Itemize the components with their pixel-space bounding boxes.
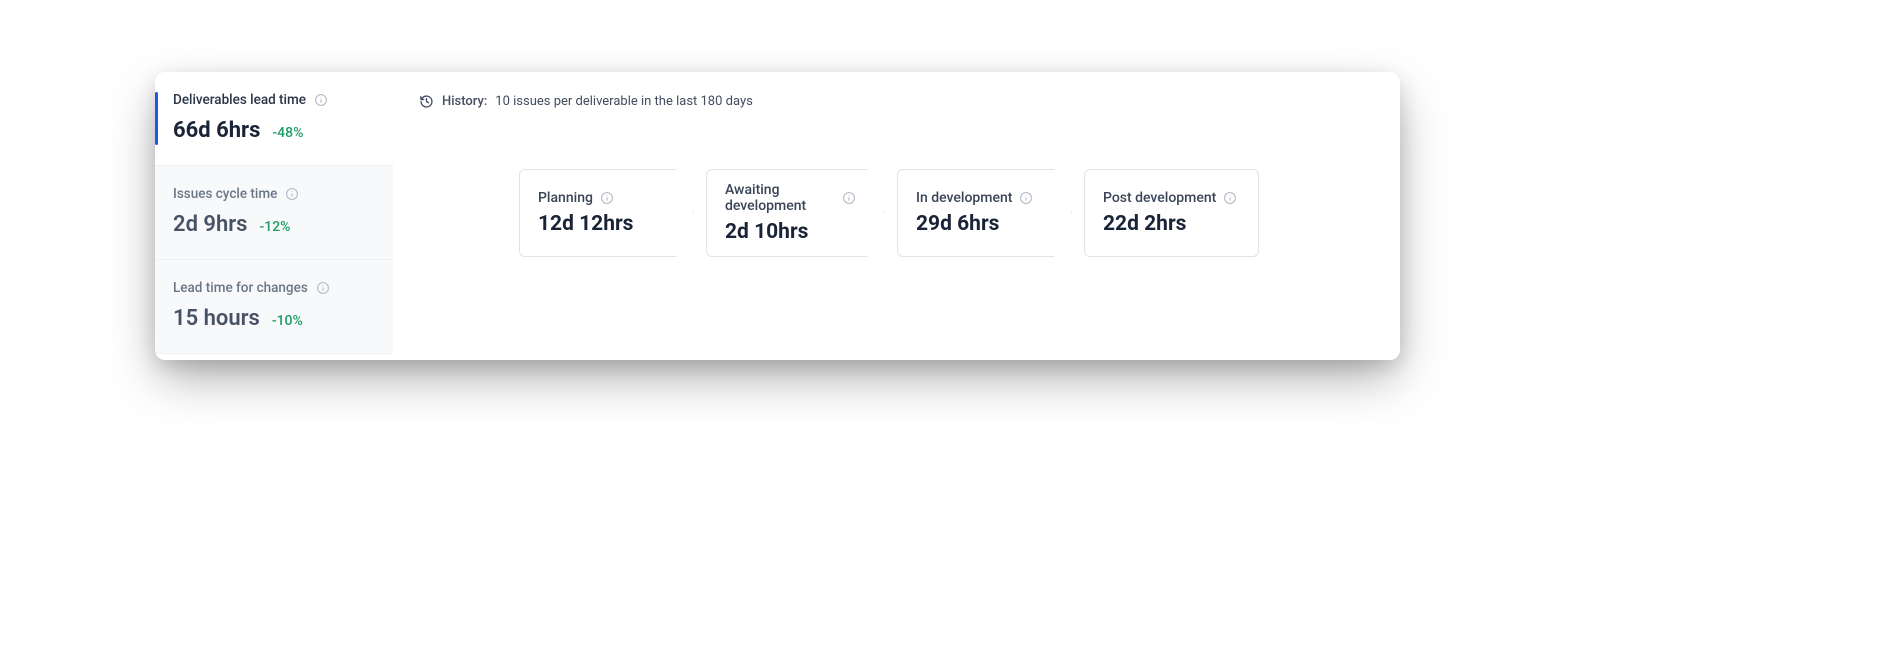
sidebar-item-value-row: 15 hours -10% xyxy=(173,306,375,331)
sidebar-item-value: 15 hours xyxy=(173,306,260,331)
stage-label-row: Awaiting development xyxy=(725,182,856,214)
info-icon[interactable] xyxy=(842,191,856,205)
sidebar-item-value: 66d 6hrs xyxy=(173,118,260,143)
sidebar-item-label-row: Lead time for changes xyxy=(173,280,375,296)
stage-label-row: Post development xyxy=(1103,190,1240,206)
main-panel: History: 10 issues per deliverable in th… xyxy=(393,72,1400,360)
info-icon[interactable] xyxy=(1223,191,1237,205)
sidebar-item-label: Lead time for changes xyxy=(173,280,308,296)
history-icon xyxy=(419,94,434,109)
stage-label: Post development xyxy=(1103,190,1216,206)
history-prefix: History: xyxy=(442,94,487,109)
sidebar-item-delta: -48% xyxy=(272,125,303,141)
stage-flow: Planning 12d 12hrs Awaiting development … xyxy=(419,169,1374,257)
stage-value: 12d 12hrs xyxy=(538,212,665,236)
sidebar-item-issues-cycle-time[interactable]: Issues cycle time 2d 9hrs -12% xyxy=(155,166,393,260)
stage-label: In development xyxy=(916,190,1012,206)
sidebar-item-label: Deliverables lead time xyxy=(173,92,306,108)
sidebar-item-delta: -10% xyxy=(272,313,303,329)
stage-awaiting-development: Awaiting development 2d 10hrs xyxy=(706,169,885,257)
stage-value: 22d 2hrs xyxy=(1103,212,1240,236)
history-row: History: 10 issues per deliverable in th… xyxy=(419,94,1374,109)
info-icon[interactable] xyxy=(600,191,614,205)
sidebar-item-delta: -12% xyxy=(260,219,291,235)
sidebar-item-value-row: 66d 6hrs -48% xyxy=(173,118,375,143)
sidebar-item-label-row: Issues cycle time xyxy=(173,186,375,202)
stage-label: Planning xyxy=(538,190,593,206)
sidebar-item-value: 2d 9hrs xyxy=(173,212,248,237)
stage-in-development: In development 29d 6hrs xyxy=(897,169,1072,257)
info-icon[interactable] xyxy=(314,93,328,107)
stage-label: Awaiting development xyxy=(725,182,835,214)
stage-value: 29d 6hrs xyxy=(916,212,1043,236)
sidebar-item-lead-time-for-changes[interactable]: Lead time for changes 15 hours -10% xyxy=(155,260,393,354)
sidebar-item-deliverables-lead-time[interactable]: Deliverables lead time 66d 6hrs -48% xyxy=(155,72,393,166)
stage-value: 2d 10hrs xyxy=(725,220,856,244)
sidebar-item-label-row: Deliverables lead time xyxy=(173,92,375,108)
info-icon[interactable] xyxy=(316,281,330,295)
stage-planning: Planning 12d 12hrs xyxy=(519,169,694,257)
stage-label-row: In development xyxy=(916,190,1043,206)
info-icon[interactable] xyxy=(1019,191,1033,205)
sidebar-item-label: Issues cycle time xyxy=(173,186,277,202)
info-icon[interactable] xyxy=(285,187,299,201)
stage-label-row: Planning xyxy=(538,190,665,206)
stage-post-development: Post development 22d 2hrs xyxy=(1084,169,1259,257)
history-text: 10 issues per deliverable in the last 18… xyxy=(495,94,753,109)
metrics-card: Deliverables lead time 66d 6hrs -48% Iss… xyxy=(155,72,1400,360)
sidebar-item-value-row: 2d 9hrs -12% xyxy=(173,212,375,237)
metrics-sidebar: Deliverables lead time 66d 6hrs -48% Iss… xyxy=(155,72,393,360)
